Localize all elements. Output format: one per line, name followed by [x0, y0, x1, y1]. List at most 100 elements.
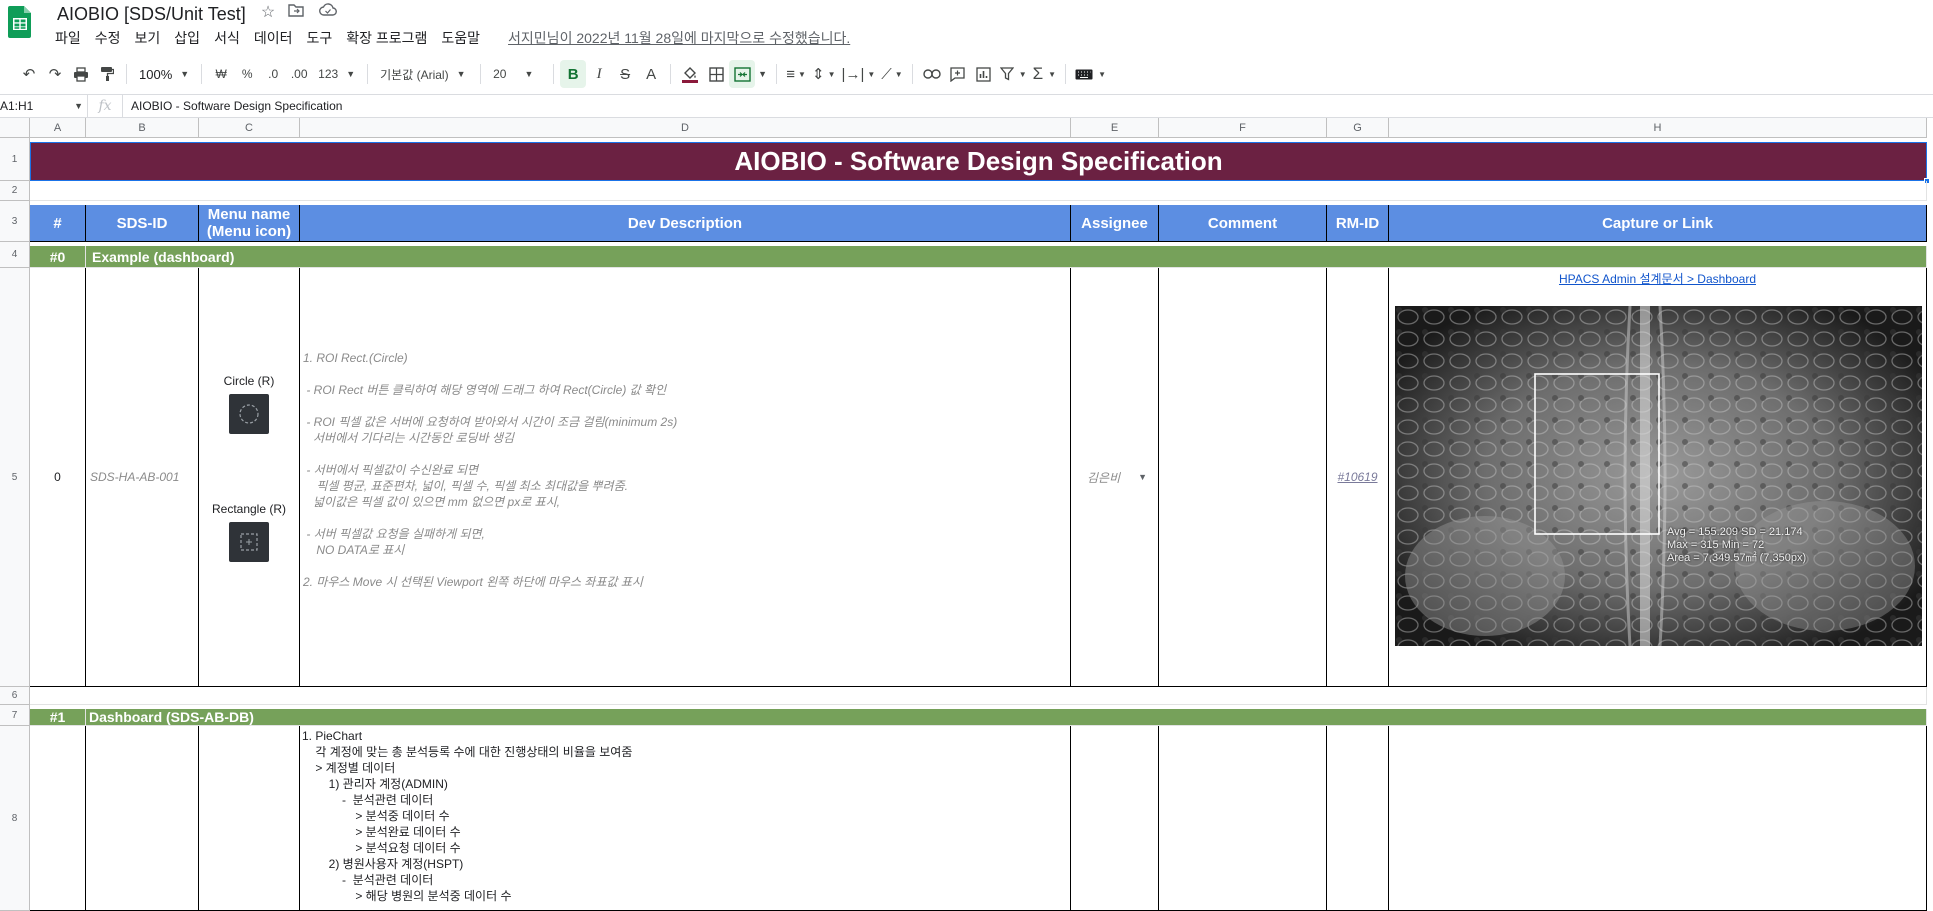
menu-edit[interactable]: 수정 [95, 27, 129, 49]
header-comment[interactable]: Comment [1159, 205, 1327, 242]
rm-id-cell[interactable]: #10619 [1327, 268, 1389, 687]
rm-id-link[interactable]: #10619 [1337, 470, 1377, 484]
assignee-dropdown[interactable]: 김은비 ▼ [1071, 268, 1159, 687]
row-header-1[interactable]: 1 [0, 138, 30, 181]
sds-id-cell[interactable] [86, 726, 199, 911]
comment-cell[interactable] [1159, 726, 1327, 911]
chevron-down-icon: ▼ [456, 69, 466, 79]
column-header-h[interactable]: H [1389, 118, 1927, 138]
assignee-cell[interactable] [1071, 726, 1159, 911]
functions-icon[interactable]: Σ ▼ [1030, 60, 1059, 88]
row-header-4[interactable]: 4 [0, 242, 30, 268]
row-header-8[interactable]: 8 [0, 726, 30, 911]
sds-id-cell[interactable]: SDS-HA-AB-001 [86, 268, 199, 687]
section-number[interactable]: #0 [30, 246, 86, 268]
text-wrap-icon[interactable]: |→| ▼ [839, 60, 879, 88]
input-tools-icon[interactable]: ▼ [1072, 60, 1109, 88]
chevron-down-icon[interactable]: ▼ [755, 60, 770, 88]
formula-input[interactable]: AIOBIO - Software Design Specification [122, 95, 342, 117]
currency-format-button[interactable]: ₩ [208, 60, 234, 88]
row-number-cell[interactable] [30, 726, 86, 911]
header-rm-id[interactable]: RM-ID [1327, 205, 1389, 242]
cloud-saved-icon[interactable] [318, 3, 338, 23]
zoom-select[interactable]: 100% ▼ [133, 60, 195, 88]
column-header-f[interactable]: F [1159, 118, 1327, 138]
rectangle-roi-icon [229, 522, 269, 562]
percent-format-button[interactable]: % [234, 60, 260, 88]
column-header-e[interactable]: E [1071, 118, 1159, 138]
column-header-g[interactable]: G [1327, 118, 1389, 138]
select-all-corner[interactable] [0, 118, 30, 138]
row-number-cell[interactable]: 0 [30, 268, 86, 687]
header-menu-name[interactable]: Menu name (Menu icon) [199, 205, 300, 242]
horizontal-align-icon[interactable]: ≡ ▼ [783, 60, 809, 88]
row-header-7[interactable]: 7 [0, 705, 30, 726]
row-header-2[interactable]: 2 [0, 181, 30, 201]
last-edit-link[interactable]: 서지민님이 2022년 11월 28일에 마지막으로 수정했습니다. [508, 27, 850, 49]
italic-button[interactable]: I [586, 60, 612, 88]
star-icon[interactable]: ☆ [258, 3, 278, 23]
menu-insert[interactable]: 삽입 [174, 27, 208, 49]
blank-row-cell[interactable] [30, 687, 1927, 705]
menu-tools[interactable]: 도구 [306, 27, 340, 49]
insert-comment-icon[interactable] [945, 60, 971, 88]
menu-data[interactable]: 데이터 [254, 27, 301, 49]
dev-description-cell[interactable]: 1. PieChart 각 계정에 맞는 총 분석등록 수에 대한 진행상태의 … [300, 726, 1071, 911]
strikethrough-button[interactable]: S [612, 60, 638, 88]
cell-reference: A1:H1 [0, 99, 34, 113]
menu-file[interactable]: 파일 [55, 27, 89, 49]
print-icon[interactable] [68, 60, 94, 88]
decrease-decimal-button[interactable]: .0 [260, 60, 286, 88]
sheets-logo-icon[interactable] [8, 4, 32, 38]
increase-decimal-button[interactable]: .00 [286, 60, 312, 88]
borders-icon[interactable] [703, 60, 729, 88]
blank-row-cell[interactable] [30, 181, 1927, 201]
column-header-d[interactable]: D [300, 118, 1071, 138]
merge-cells-icon[interactable] [729, 60, 756, 88]
header-num[interactable]: # [30, 205, 86, 242]
number-format-select[interactable]: 123 ▼ [312, 60, 361, 88]
undo-icon[interactable]: ↶ [16, 60, 42, 88]
menu-extensions[interactable]: 확장 프로그램 [346, 27, 435, 49]
rm-id-cell[interactable] [1327, 726, 1389, 911]
menu-help[interactable]: 도움말 [441, 27, 488, 49]
name-box[interactable]: A1:H1 ▼ [0, 95, 88, 117]
bold-button[interactable]: B [560, 60, 587, 88]
row-header-6[interactable]: 6 [0, 687, 30, 705]
section-title[interactable]: Example (dashboard) [86, 246, 1927, 268]
row-header-3[interactable]: 3 [0, 201, 30, 242]
font-family-select[interactable]: 기본값 (Arial) ▼ [374, 60, 474, 88]
menu-name-cell[interactable]: Circle (R) Rectangle (R) [199, 268, 300, 687]
document-title[interactable]: AIOBIO [SDS/Unit Test] [57, 2, 246, 26]
menu-view[interactable]: 보기 [135, 27, 169, 49]
title-banner-cell[interactable]: AIOBIO - Software Design Specification [30, 142, 1927, 181]
section-number[interactable]: #1 [30, 709, 86, 726]
text-color-button[interactable]: A [638, 60, 664, 88]
capture-link[interactable]: HPACS Admin 설계문서 > Dashboard [1559, 272, 1756, 286]
header-capture-or-link[interactable]: Capture or Link [1389, 205, 1927, 242]
insert-chart-icon[interactable] [971, 60, 997, 88]
header-dev-description[interactable]: Dev Description [300, 205, 1071, 242]
menu-name-cell[interactable] [199, 726, 300, 911]
comment-cell[interactable] [1159, 268, 1327, 687]
row-header-5[interactable]: 5 [0, 268, 30, 687]
header-assignee[interactable]: Assignee [1071, 205, 1159, 242]
column-header-c[interactable]: C [199, 118, 300, 138]
column-header-b[interactable]: B [86, 118, 199, 138]
move-folder-icon[interactable] [286, 3, 306, 23]
text-rotation-icon[interactable]: ⟋ ▼ [878, 60, 905, 88]
dev-description-cell[interactable]: 1. ROI Rect.(Circle) ​ - ROI Rect 버튼 클릭하… [300, 268, 1071, 687]
insert-link-icon[interactable] [919, 60, 945, 88]
capture-cell[interactable]: HPACS Admin 설계문서 > Dashboard Avg = 155.2… [1389, 268, 1927, 687]
vertical-align-icon[interactable]: ⇕ ▼ [809, 60, 839, 88]
paint-format-icon[interactable] [94, 60, 120, 88]
capture-cell[interactable] [1389, 726, 1927, 911]
redo-icon[interactable]: ↷ [42, 60, 68, 88]
menu-format[interactable]: 서식 [214, 27, 248, 49]
filter-icon[interactable]: ▼ [997, 60, 1030, 88]
header-sds-id[interactable]: SDS-ID [86, 205, 199, 242]
column-header-a[interactable]: A [30, 118, 86, 138]
font-size-select[interactable]: 20 ▼ [487, 60, 547, 88]
fill-color-icon[interactable] [677, 60, 703, 88]
section-title[interactable]: Dashboard (SDS-AB-DB) [86, 709, 1927, 726]
